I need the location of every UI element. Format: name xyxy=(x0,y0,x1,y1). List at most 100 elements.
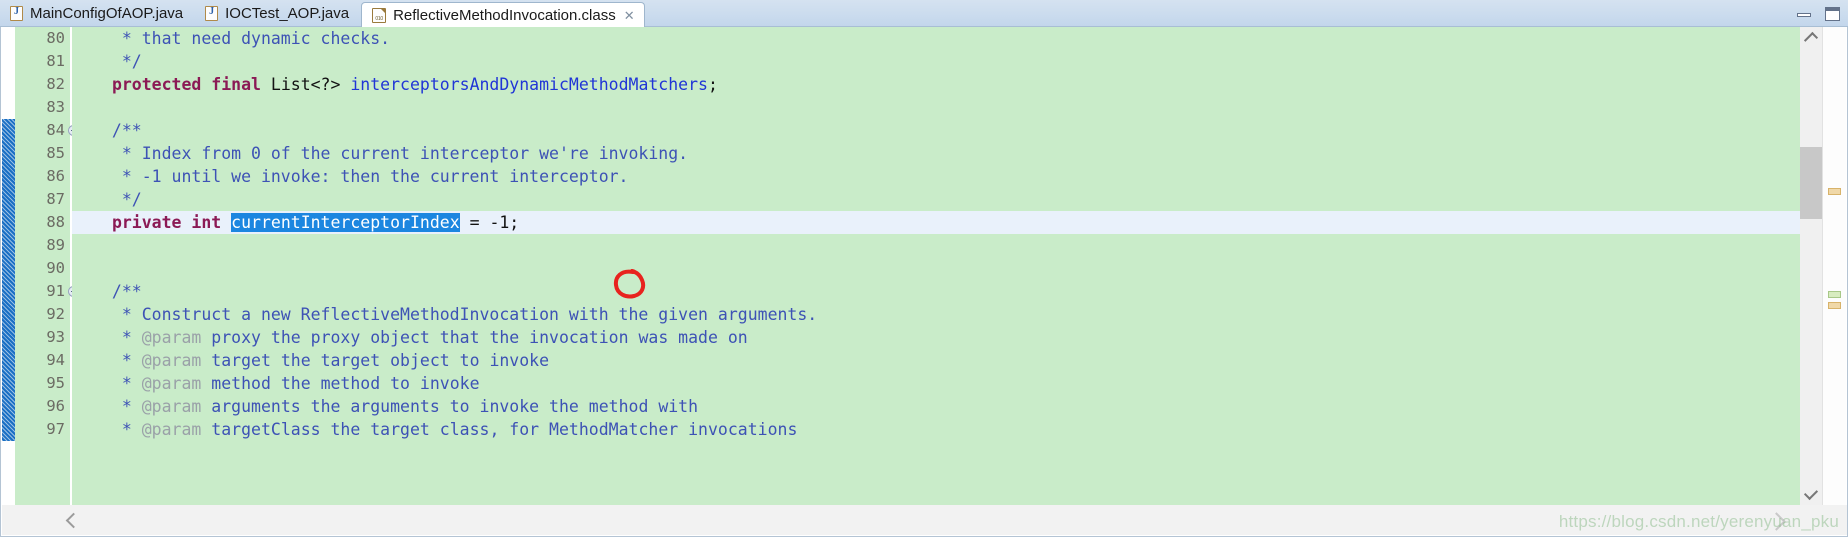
line-number: 96 xyxy=(46,397,65,415)
editor-tab-bar: MainConfigOfAOP.java IOCTest_AOP.java Refl… xyxy=(0,0,1848,27)
code-token-cmt-tag: @param xyxy=(141,328,202,347)
code-token-cmt-tag: @param xyxy=(141,420,202,439)
code-token-plain: = -1; xyxy=(459,213,520,232)
code-token-type: List<?> xyxy=(260,75,351,94)
code-token-cmt: * Construct a new ReflectiveMethodInvoca… xyxy=(102,305,818,324)
java-file-icon xyxy=(10,6,23,21)
line-number: 86 xyxy=(46,167,65,185)
code-token-plain: ; xyxy=(707,75,718,94)
change-bar-marker xyxy=(2,119,15,441)
class-file-icon xyxy=(372,7,387,23)
watermark-text: https://blog.csdn.net/yerenyuan_pku xyxy=(1558,512,1839,531)
overview-ruler-marker-0[interactable] xyxy=(1828,188,1841,195)
editor-tab-label: MainConfigOfAOP.java xyxy=(30,5,184,22)
code-line[interactable] xyxy=(72,96,1800,119)
code-line[interactable]: * Index from 0 of the current intercepto… xyxy=(72,142,1800,165)
code-token-cmt-tag: @param xyxy=(141,397,202,416)
vertical-scrollbar-thumb[interactable] xyxy=(1800,147,1822,219)
vertical-scrollbar[interactable] xyxy=(1800,27,1822,505)
scroll-down-icon[interactable] xyxy=(1800,483,1822,503)
code-token-cmt: * xyxy=(102,328,142,347)
window-controls xyxy=(1797,0,1840,27)
minimize-icon[interactable] xyxy=(1797,9,1811,19)
code-token-cmt: /** xyxy=(102,282,142,301)
code-token-cmt: /** xyxy=(102,121,142,140)
code-line[interactable]: /** xyxy=(72,119,1800,142)
line-number-gutter[interactable]: 80 81 82 83 84 85 86 87 88 89 90 91 92 93 94 95 96 97 xyxy=(15,27,79,505)
code-token-cmt: target the target object to invoke xyxy=(201,351,550,370)
code-token-cmt: * xyxy=(102,351,142,370)
code-token-cmt: targetClass the target class, for Method… xyxy=(201,420,798,439)
code-line[interactable]: */ xyxy=(72,188,1800,211)
code-line[interactable]: * @param arguments the arguments to invo… xyxy=(72,395,1800,418)
code-token-cmt-tag: @param xyxy=(141,374,202,393)
editor-tabs: MainConfigOfAOP.java IOCTest_AOP.java Refl… xyxy=(0,0,645,27)
code-line[interactable] xyxy=(72,234,1800,257)
line-number: 88 xyxy=(46,213,65,231)
eclipse-editor-window: MainConfigOfAOP.java IOCTest_AOP.java Refl… xyxy=(0,0,1848,537)
code-line[interactable]: * -1 until we invoke: then the current i… xyxy=(72,165,1800,188)
line-number: 89 xyxy=(46,236,65,254)
code-token-cmt: proxy the proxy object that the invocati… xyxy=(201,328,748,347)
code-token-cmt-tag: @param xyxy=(141,351,202,370)
line-number: 92 xyxy=(46,305,65,323)
code-line[interactable]: * that need dynamic checks. xyxy=(72,27,1800,50)
line-number: 84 xyxy=(15,119,79,142)
code-line[interactable]: * Construct a new ReflectiveMethodInvoca… xyxy=(72,303,1800,326)
code-token-cmt: */ xyxy=(102,190,142,209)
line-number: 85 xyxy=(46,144,65,162)
code-line-current[interactable]: private int currentInterceptorIndex = -1… xyxy=(72,211,1800,234)
code-token-kw: private int xyxy=(111,213,222,232)
code-line[interactable]: * @param target the target object to inv… xyxy=(72,349,1800,372)
code-token-cmt: method the method to invoke xyxy=(201,374,480,393)
code-line[interactable]: /** xyxy=(72,280,1800,303)
line-number: 80 xyxy=(46,29,65,47)
code-token-cmt: * that need dynamic checks. xyxy=(102,29,391,48)
editor-tab-label: ReflectiveMethodInvocation.class xyxy=(393,6,616,24)
line-number: 93 xyxy=(46,328,65,346)
line-number: 81 xyxy=(46,52,65,70)
code-token-kw: protected final xyxy=(111,75,261,94)
line-number: 87 xyxy=(46,190,65,208)
code-line[interactable]: */ xyxy=(72,50,1800,73)
code-token-cmt: * xyxy=(102,397,142,416)
code-token-cmt: * -1 until we invoke: then the current i… xyxy=(102,167,629,186)
code-line[interactable]: * @param proxy the proxy object that the… xyxy=(72,326,1800,349)
line-number: 97 xyxy=(46,420,65,438)
line-number: 95 xyxy=(46,374,65,392)
editor-tab-2[interactable]: ReflectiveMethodInvocation.class ✕ xyxy=(361,2,645,27)
line-number: 94 xyxy=(46,351,65,369)
overview-ruler-marker-2[interactable] xyxy=(1828,302,1841,309)
overview-ruler[interactable] xyxy=(1822,27,1846,505)
tab-close-icon[interactable]: ✕ xyxy=(623,9,636,22)
line-number: 83 xyxy=(46,98,65,116)
code-text-area[interactable]: * that need dynamic checks. */ protected… xyxy=(72,27,1800,505)
java-file-icon xyxy=(205,6,219,21)
code-line[interactable]: * @param method the method to invoke xyxy=(72,372,1800,395)
editor-tab-1[interactable]: IOCTest_AOP.java xyxy=(195,0,361,27)
code-token-cmt: * xyxy=(102,374,142,393)
code-token-ident: interceptorsAndDynamicMethodMatchers xyxy=(350,75,708,94)
maximize-icon[interactable] xyxy=(1825,6,1840,21)
code-token-sel: currentInterceptorIndex xyxy=(231,213,460,232)
editor-tab-0[interactable]: MainConfigOfAOP.java xyxy=(0,0,195,27)
scroll-up-icon[interactable] xyxy=(1800,29,1822,49)
change-bar xyxy=(2,27,15,505)
code-token-cmt: arguments the arguments to invoke the me… xyxy=(201,397,699,416)
code-token-cmt: * Index from 0 of the current intercepto… xyxy=(102,144,689,163)
line-number: 82 xyxy=(46,75,65,93)
code-token-cmt: */ xyxy=(102,52,142,71)
line-number: 90 xyxy=(46,259,65,277)
code-line[interactable]: protected final List<?> interceptorsAndD… xyxy=(72,73,1800,96)
overview-ruler-marker-1[interactable] xyxy=(1828,291,1841,298)
line-number: 91 xyxy=(15,280,79,303)
editor-tab-label: IOCTest_AOP.java xyxy=(225,5,350,22)
code-line[interactable]: * @param targetClass the target class, f… xyxy=(72,418,1800,441)
editor-frame: 80 81 82 83 84 85 86 87 88 89 90 91 92 93 94 95 96 97 * t… xyxy=(0,27,1848,537)
code-token-cmt: * xyxy=(102,420,142,439)
code-line[interactable] xyxy=(72,257,1800,280)
scroll-left-icon[interactable] xyxy=(62,505,84,535)
